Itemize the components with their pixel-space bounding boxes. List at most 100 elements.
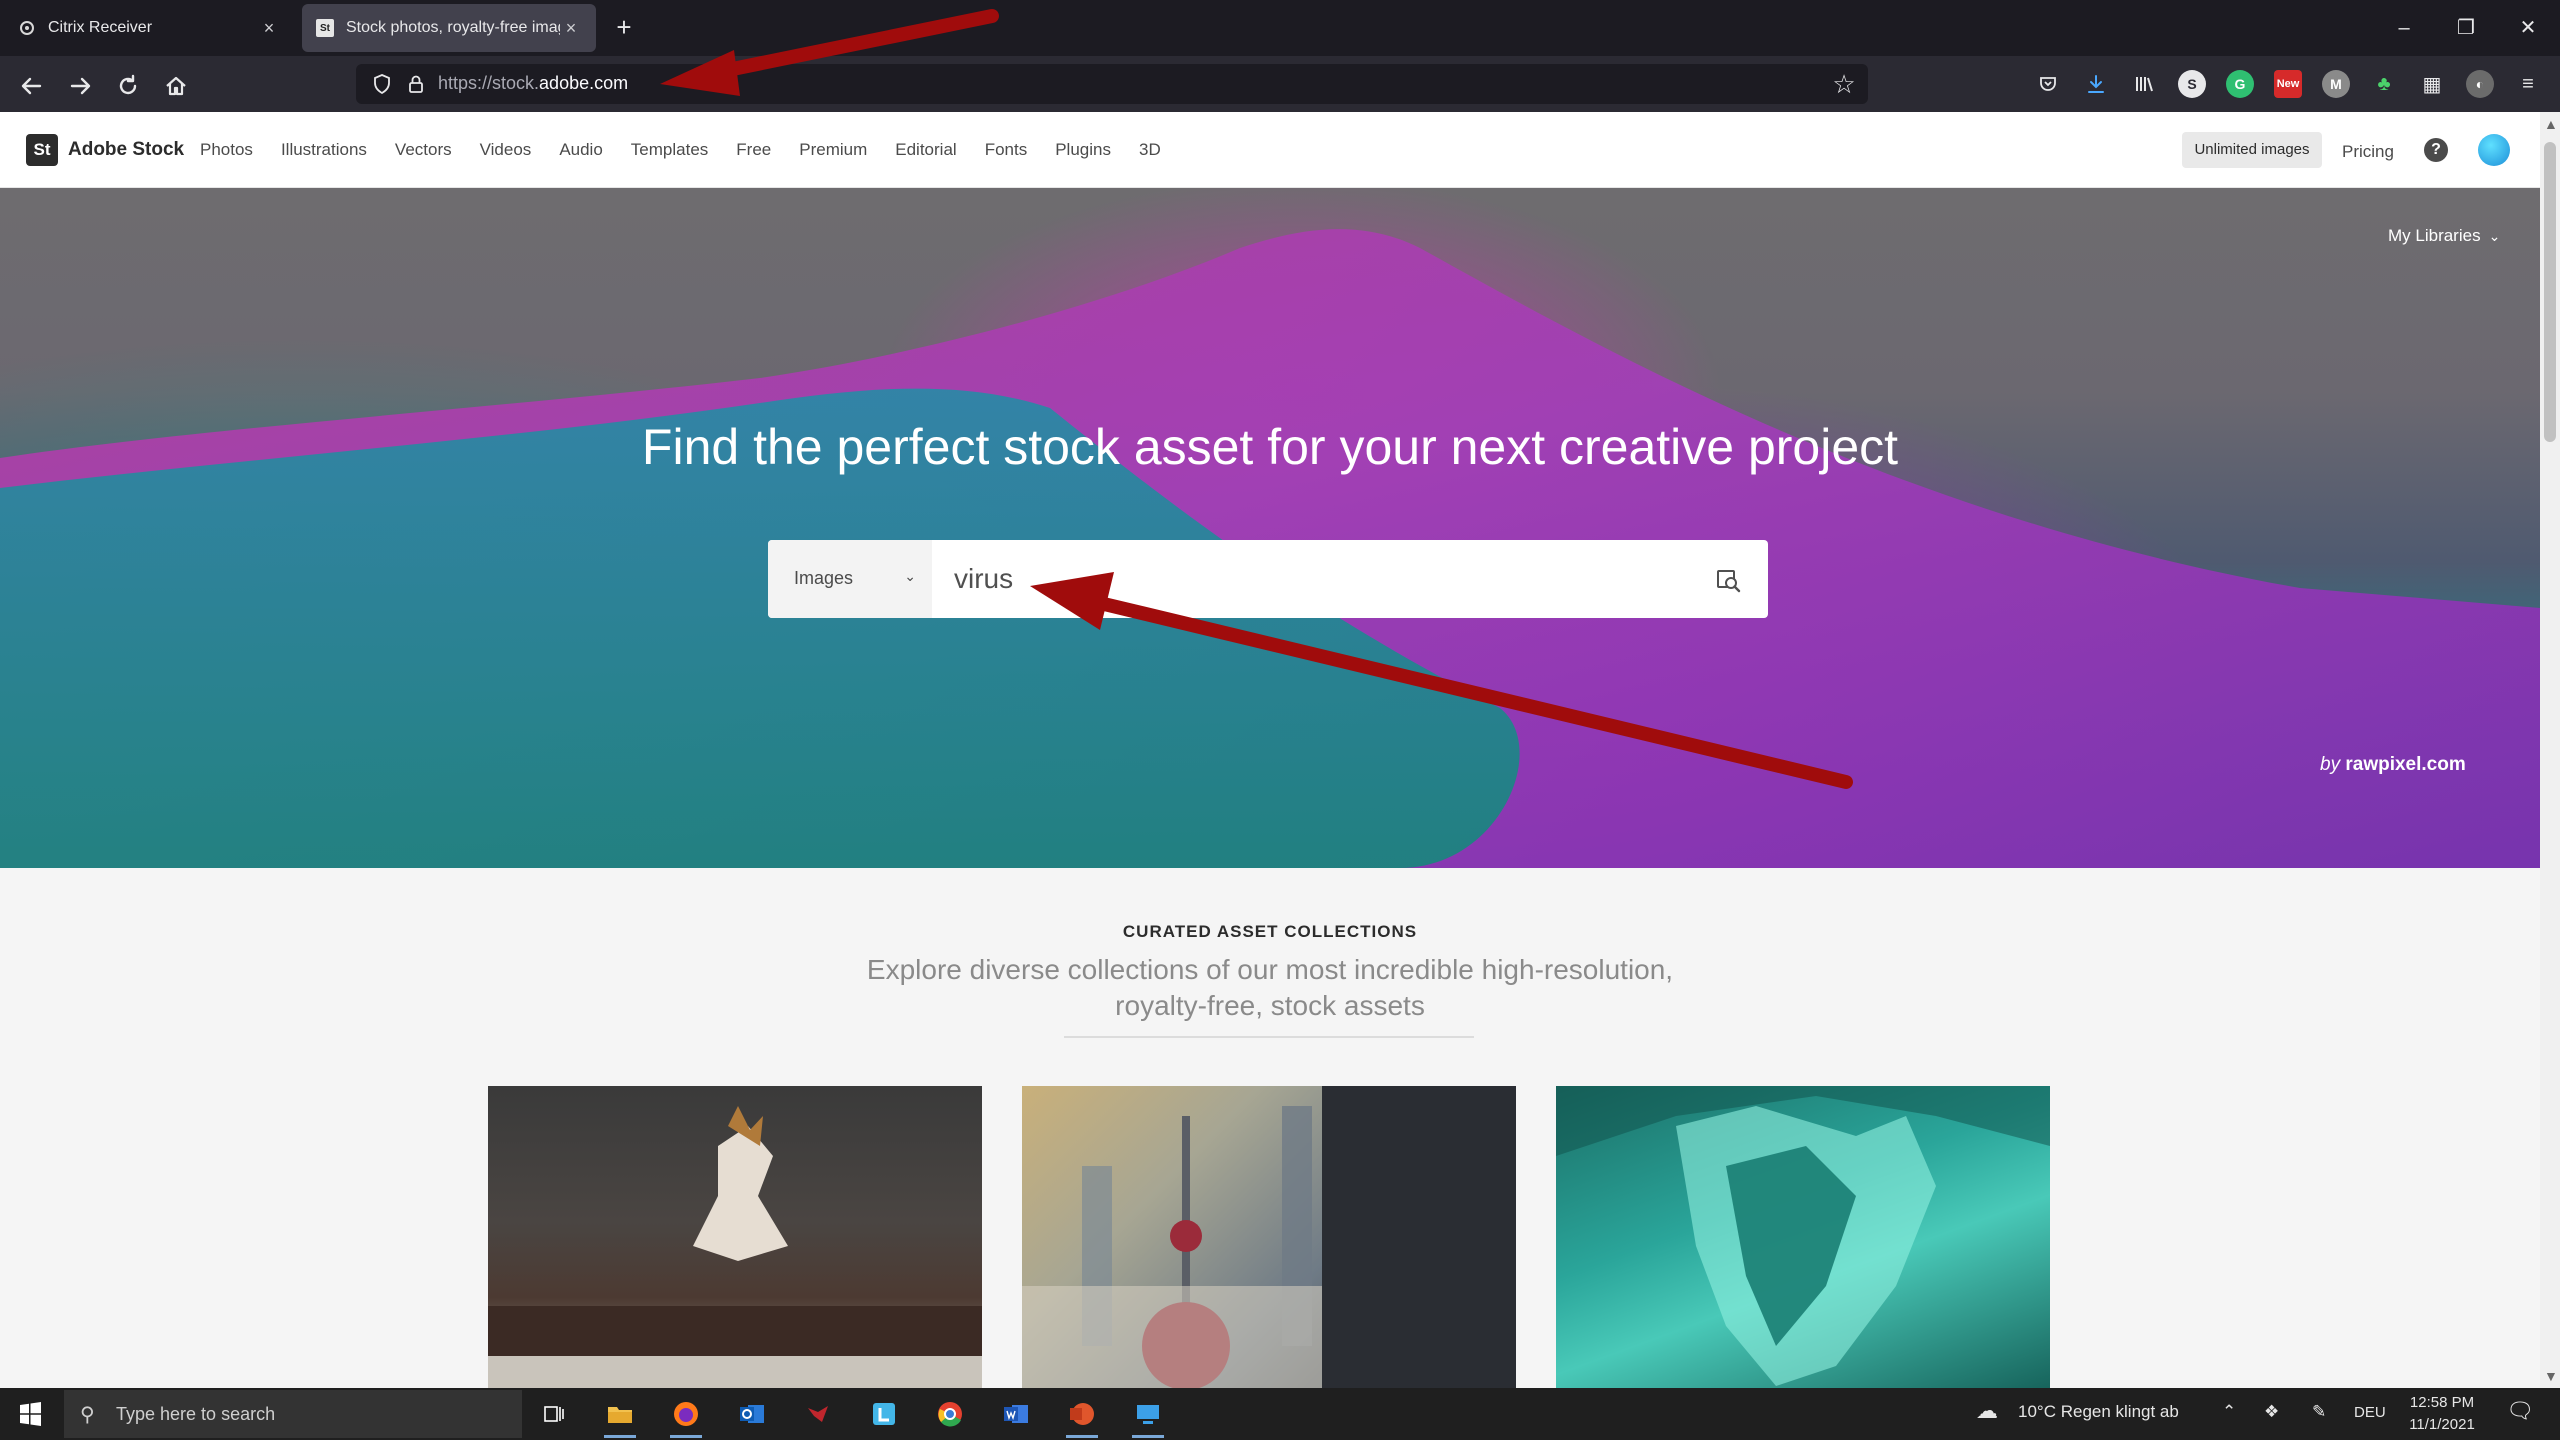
leaf-extension-icon[interactable]: ♣ (2370, 70, 2398, 98)
back-icon[interactable] (14, 68, 50, 104)
windows-start-icon[interactable] (10, 1398, 50, 1430)
unlimited-images-button[interactable]: Unlimited images (2182, 132, 2322, 168)
l-app-icon[interactable] (864, 1394, 904, 1434)
tab-adobe-stock[interactable]: St Stock photos, royalty-free imag × (302, 4, 596, 52)
pen-icon[interactable]: ✎ (2312, 1402, 2326, 1422)
active-indicator (604, 1435, 636, 1438)
word-icon[interactable] (996, 1394, 1036, 1434)
menu-item-audio[interactable]: Audio (545, 140, 616, 160)
address-bar[interactable]: https://stock.adobe.com ☆ (356, 64, 1868, 104)
bookmark-star-icon[interactable]: ☆ (1828, 68, 1860, 100)
close-icon[interactable]: × (258, 17, 280, 39)
weather-icon[interactable]: ☁ (1976, 1398, 1998, 1424)
chevron-up-icon[interactable]: ⌃ (2222, 1402, 2236, 1422)
tab-citrix-receiver[interactable]: Citrix Receiver × (4, 4, 294, 52)
weather-text[interactable]: 10°C Regen klingt ab (2018, 1402, 2179, 1422)
new-tab-button[interactable]: + (610, 14, 638, 42)
search-box: Images ⌄ (768, 540, 1768, 618)
credit-name[interactable]: rawpixel.com (2345, 754, 2465, 775)
window-close-icon[interactable]: ✕ (2508, 10, 2548, 46)
home-icon[interactable] (158, 68, 194, 104)
outlook-icon[interactable] (732, 1394, 772, 1434)
forward-icon[interactable] (62, 68, 98, 104)
url-prefix: https://stock. (438, 73, 540, 93)
notification-icon[interactable]: 🗨 (2506, 1398, 2534, 1424)
hero-background-image (0, 229, 2540, 868)
new-extension-icon[interactable]: New (2274, 70, 2302, 98)
adobe-stock-logo[interactable]: St Adobe Stock (26, 134, 184, 166)
close-icon[interactable]: × (560, 17, 582, 39)
scroll-thumb[interactable] (2544, 142, 2556, 442)
file-explorer-icon[interactable] (600, 1394, 640, 1438)
my-libraries-dropdown[interactable]: My Libraries ⌄ (2388, 226, 2500, 246)
grammarly-icon[interactable]: G (2226, 70, 2254, 98)
taskbar-clock[interactable]: 12:58 PM 11/1/2021 (2396, 1392, 2488, 1436)
collection-image (1022, 1086, 1516, 1388)
clock-date: 11/1/2021 (2409, 1416, 2475, 1433)
pricing-link[interactable]: Pricing (2342, 142, 2394, 162)
minimize-icon[interactable]: – (2384, 10, 2424, 46)
scroll-up-icon[interactable]: ▲ (2544, 116, 2558, 132)
tab-title: Stock photos, royalty-free imag (346, 19, 560, 36)
menu-item-3d[interactable]: 3D (1125, 140, 1175, 160)
remote-desktop-icon[interactable] (1128, 1394, 1168, 1438)
menu-item-videos[interactable]: Videos (466, 140, 546, 160)
download-icon[interactable] (2082, 70, 2110, 98)
citrix-icon (18, 19, 36, 37)
divider (1064, 1036, 1474, 1038)
restore-icon[interactable]: ❐ (2446, 10, 2486, 46)
avatar[interactable] (2478, 134, 2510, 166)
menu-item-photos[interactable]: Photos (186, 140, 267, 160)
menu-item-free[interactable]: Free (722, 140, 785, 160)
dropbox-icon[interactable]: ❖ (2264, 1402, 2279, 1422)
active-indicator (1132, 1435, 1164, 1438)
page-scrollbar[interactable]: ▲ ▼ (2540, 112, 2560, 1388)
menu-item-editorial[interactable]: Editorial (881, 140, 970, 160)
visual-search-icon[interactable] (1714, 566, 1742, 594)
reload-icon[interactable] (110, 68, 146, 104)
grid-extension-icon[interactable]: ▦ (2418, 70, 2446, 98)
hero-title: Find the perfect stock asset for your ne… (641, 419, 1899, 475)
menu-item-plugins[interactable]: Plugins (1041, 140, 1125, 160)
taskbar-search-box[interactable]: ⚲ Type here to search (64, 1390, 522, 1438)
library-icon[interactable] (2130, 70, 2158, 98)
search-input[interactable] (954, 558, 1714, 600)
firefox-icon[interactable] (666, 1394, 706, 1438)
shield-icon[interactable] (370, 72, 394, 96)
url-text[interactable]: https://stock.adobe.com (438, 73, 628, 94)
hero-banner: My Libraries ⌄ Find the perfect stock as… (0, 188, 2540, 868)
circle-extension-icon[interactable]: ◐ (2466, 70, 2494, 98)
adobe-stock-favicon-icon: St (316, 19, 334, 37)
language-indicator[interactable]: DEU (2354, 1404, 2386, 1421)
search-type-label: Images (794, 568, 854, 588)
taskbar-search-placeholder: Type here to search (116, 1404, 276, 1424)
menu-item-illustrations[interactable]: Illustrations (267, 140, 381, 160)
collection-image (488, 1106, 982, 1388)
search-type-select[interactable]: Images ⌄ (768, 540, 932, 618)
chrome-icon[interactable] (930, 1394, 970, 1434)
tab-title: Citrix Receiver (48, 19, 153, 36)
active-indicator (1066, 1435, 1098, 1438)
s-extension-icon[interactable]: S (2178, 70, 2206, 98)
scroll-down-icon[interactable]: ▼ (2544, 1368, 2558, 1384)
m-extension-icon[interactable]: M (2322, 70, 2350, 98)
powerpoint-icon[interactable] (1062, 1394, 1102, 1438)
menu-item-premium[interactable]: Premium (785, 140, 881, 160)
overflow-menu-icon[interactable]: ≡ (2514, 70, 2542, 98)
lock-icon[interactable] (404, 72, 428, 96)
chevron-down-icon: ⌄ (904, 568, 916, 584)
collection-card[interactable] (488, 1086, 982, 1388)
section-subtitle: Explore diverse collections of our most … (820, 952, 1720, 1024)
credit-by: by (2320, 754, 2341, 775)
menu-item-templates[interactable]: Templates (617, 140, 722, 160)
menu-item-vectors[interactable]: Vectors (381, 140, 466, 160)
collection-card[interactable] (1556, 1086, 2050, 1388)
subtitle-line-2: royalty-free, stock assets (1115, 990, 1425, 1021)
help-icon[interactable]: ? (2424, 138, 2448, 162)
task-view-icon[interactable] (534, 1394, 574, 1434)
red-app-icon[interactable] (798, 1394, 838, 1434)
active-indicator (670, 1435, 702, 1438)
collection-card[interactable] (1022, 1086, 1516, 1388)
menu-item-fonts[interactable]: Fonts (971, 140, 1042, 160)
pocket-icon[interactable] (2034, 70, 2062, 98)
